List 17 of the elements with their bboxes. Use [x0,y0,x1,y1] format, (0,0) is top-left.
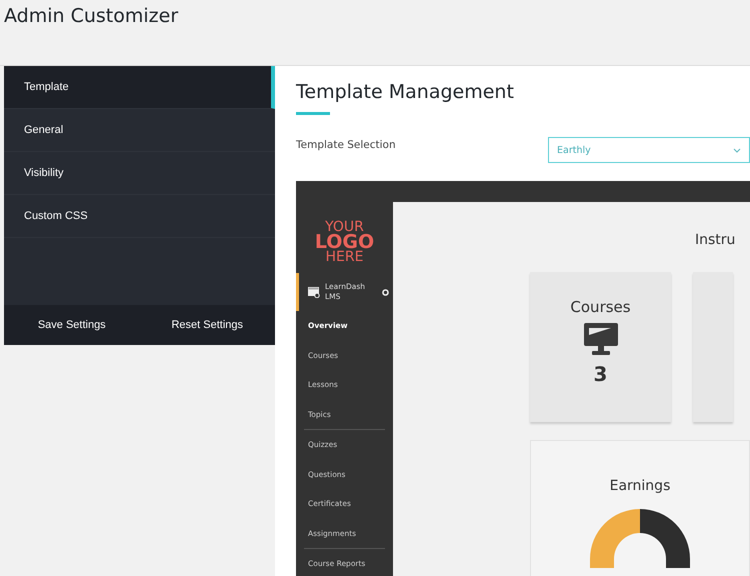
earnings-title: Earnings [610,478,670,494]
logo-text: LOGO [314,235,376,250]
stat-value: 3 [594,362,608,386]
radio-icon [382,288,389,296]
panel-title: Template Management [296,81,515,103]
dashboard-heading: Instru [695,232,736,248]
page-title: Admin Customizer [3,4,180,29]
chevron-down-icon [733,148,741,152]
logo-text: HERE [324,250,364,265]
settings-button[interactable]: Reset Settings [160,305,255,345]
field-label: Template Selection [296,139,396,153]
stat-title: Courses [570,298,631,316]
browser-icon [308,286,320,298]
settings-button[interactable]: Save Settings [24,305,120,345]
monitor-icon [582,322,618,356]
logo-text: YOUR [325,220,364,235]
sidebar-tab[interactable]: Template [4,66,275,109]
